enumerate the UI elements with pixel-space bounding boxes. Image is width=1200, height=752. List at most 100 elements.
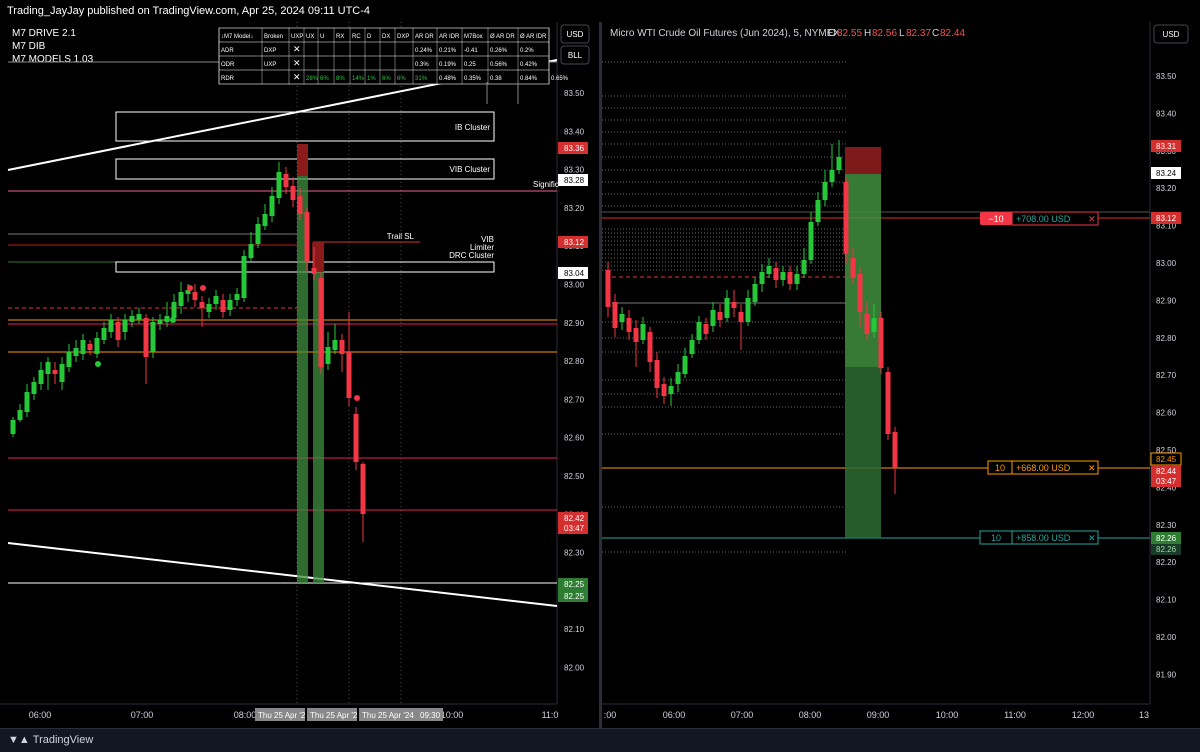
order-buy-1[interactable]: 10 +668.00 USD ✕ <box>987 460 1099 475</box>
candle-body[interactable] <box>171 302 177 318</box>
candle-body[interactable] <box>752 284 758 302</box>
candle-body[interactable] <box>745 298 751 322</box>
candle-body[interactable] <box>829 170 835 182</box>
right-chart-panel[interactable]: Micro WTI Crude Oil Futures (Jun 2024), … <box>602 22 1200 728</box>
candle-body[interactable] <box>612 302 618 328</box>
candle-body[interactable] <box>759 272 765 284</box>
right-chart[interactable]: Micro WTI Crude Oil Futures (Jun 2024), … <box>602 22 1200 728</box>
candle-body[interactable] <box>59 364 65 382</box>
candle-body[interactable] <box>276 172 282 198</box>
candle-body[interactable] <box>339 340 345 354</box>
candle-body[interactable] <box>787 272 793 284</box>
candle-body[interactable] <box>101 328 107 340</box>
symbol-title[interactable]: Micro WTI Crude Oil Futures (Jun 2024), … <box>610 28 840 39</box>
candle-body[interactable] <box>255 224 261 244</box>
order-buy2-close-icon[interactable]: ✕ <box>1088 533 1096 543</box>
candle-body[interactable] <box>227 300 233 310</box>
candle-body[interactable] <box>269 196 275 216</box>
candle-body[interactable] <box>710 310 716 326</box>
left-time-axis[interactable]: 06:00 07:00 08:00 10:00 11:0 Thu 25 Apr … <box>29 708 559 721</box>
candle-body[interactable] <box>332 340 338 350</box>
candle-body[interactable] <box>31 382 37 394</box>
indicator-m7-drive[interactable]: M7 DRIVE 2.1 <box>12 28 76 39</box>
candle-body[interactable] <box>122 320 128 332</box>
left-chart-panel[interactable]: IB Cluster VIB Cluster DRC Cluster Trail… <box>0 22 599 728</box>
tradingview-logo[interactable]: ▼▲ TradingView <box>8 733 93 747</box>
candle-body[interactable] <box>108 320 114 332</box>
candle-body[interactable] <box>647 332 653 362</box>
candle-body[interactable] <box>640 324 646 340</box>
candle-body[interactable] <box>248 244 254 258</box>
candle-body[interactable] <box>843 182 849 254</box>
candle-body[interactable] <box>115 322 121 340</box>
candle-body[interactable] <box>878 318 884 368</box>
candle-body[interactable] <box>836 157 842 170</box>
candle-body[interactable] <box>696 322 702 340</box>
candle-body[interactable] <box>675 372 681 384</box>
candle-body[interactable] <box>822 182 828 200</box>
candle-body[interactable] <box>850 258 856 278</box>
candle-body[interactable] <box>199 302 205 308</box>
candle-body[interactable] <box>129 316 135 322</box>
candle-body[interactable] <box>136 314 142 320</box>
candle-body[interactable] <box>892 432 898 468</box>
candle-body[interactable] <box>38 370 44 384</box>
candle-body[interactable] <box>325 347 331 364</box>
order-buy1-close-icon[interactable]: ✕ <box>1088 463 1096 473</box>
candle-body[interactable] <box>206 304 212 312</box>
candle-body[interactable] <box>17 410 23 420</box>
candle-body[interactable] <box>815 200 821 222</box>
candle-body[interactable] <box>654 360 660 388</box>
candle-body[interactable] <box>801 260 807 274</box>
candle-body[interactable] <box>717 312 723 320</box>
left-chart[interactable]: IB Cluster VIB Cluster DRC Cluster Trail… <box>0 22 599 728</box>
candle-body[interactable] <box>360 464 366 514</box>
order-buy-2[interactable]: 10 +858.00 USD ✕ <box>979 530 1099 545</box>
candle-body[interactable] <box>262 214 268 226</box>
indicator-m7-models[interactable]: M7 MODELS 1.03 <box>12 54 94 65</box>
candle-body[interactable] <box>808 222 814 260</box>
candle-body[interactable] <box>192 292 198 300</box>
candle-body[interactable] <box>178 292 184 306</box>
candle-body[interactable] <box>311 268 317 274</box>
candle-body[interactable] <box>773 268 779 280</box>
candle-body[interactable] <box>794 274 800 284</box>
candle-body[interactable] <box>80 340 86 354</box>
candle-body[interactable] <box>73 348 79 356</box>
candle-body[interactable] <box>66 352 72 367</box>
candle-body[interactable] <box>241 256 247 298</box>
candle-body[interactable] <box>45 362 51 374</box>
candle-body[interactable] <box>633 328 639 342</box>
lower-trendline[interactable] <box>7 542 558 607</box>
candle-body[interactable] <box>297 196 303 214</box>
candle-body[interactable] <box>703 324 709 334</box>
candle-body[interactable] <box>731 302 737 308</box>
candle-body[interactable] <box>220 300 226 312</box>
candle-body[interactable] <box>87 344 93 350</box>
candle-body[interactable] <box>682 356 688 374</box>
indicator-m7-dib[interactable]: M7 DIB <box>12 41 46 52</box>
candle-body[interactable] <box>857 274 863 312</box>
candle-body[interactable] <box>871 318 877 332</box>
candle-body[interactable] <box>290 186 296 200</box>
candle-body[interactable] <box>10 420 16 434</box>
order-sell[interactable]: −10 +708.00 USD ✕ <box>980 211 1099 226</box>
candle-body[interactable] <box>24 392 30 412</box>
candle-body[interactable] <box>52 370 58 374</box>
candle-body[interactable] <box>864 314 870 334</box>
candle-body[interactable] <box>157 320 163 324</box>
candle-body[interactable] <box>94 338 100 354</box>
candle-body[interactable] <box>234 294 240 300</box>
candle-body[interactable] <box>304 212 310 262</box>
candle-body[interactable] <box>318 278 324 367</box>
candle-body[interactable] <box>626 318 632 332</box>
candle-body[interactable] <box>780 272 786 280</box>
candle-body[interactable] <box>668 386 674 394</box>
candle-body[interactable] <box>164 316 170 322</box>
candle-body[interactable] <box>766 266 772 274</box>
candle-body[interactable] <box>213 296 219 304</box>
candle-body[interactable] <box>885 372 891 434</box>
candle-body[interactable] <box>619 314 625 322</box>
candle-body[interactable] <box>605 270 611 307</box>
candle-body[interactable] <box>738 312 744 322</box>
